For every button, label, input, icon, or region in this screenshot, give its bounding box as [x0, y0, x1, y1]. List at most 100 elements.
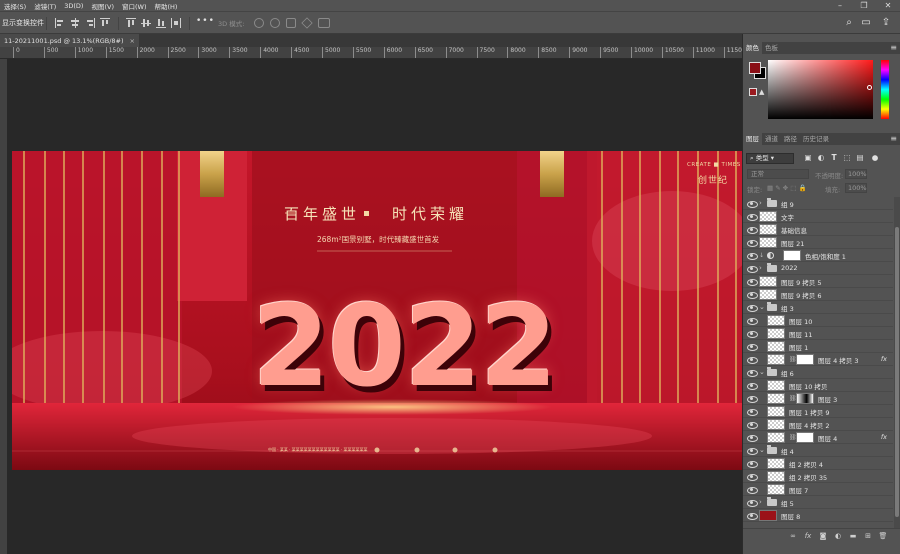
color-picker-cursor[interactable] [867, 85, 872, 90]
align-right-icon[interactable] [85, 18, 95, 28]
layer-row[interactable]: 图层 9 拷贝 6 [743, 288, 893, 301]
layer-row[interactable]: 图层 11 [743, 327, 893, 340]
visibility-eye-icon[interactable] [747, 304, 758, 312]
layer-thumbnail[interactable] [767, 406, 785, 417]
foreground-color-swatch[interactable] [749, 62, 761, 74]
layer-thumbnail[interactable] [767, 380, 785, 391]
menu-3d[interactable]: 3D(D) [60, 2, 87, 10]
layer-row[interactable]: 图层 9 拷贝 5 [743, 275, 893, 288]
opacity-input[interactable]: 100% [845, 169, 867, 179]
layer-group-row[interactable]: ⌄ 组 3 [743, 301, 893, 314]
more-options-button[interactable]: ••• [196, 16, 215, 26]
visibility-eye-icon[interactable] [747, 213, 758, 221]
tab-color[interactable]: 颜色 [743, 42, 762, 54]
layer-row[interactable]: ⛓ 图层 3 [743, 392, 893, 405]
visibility-eye-icon[interactable] [747, 226, 758, 234]
chevron-right-icon[interactable]: › [759, 199, 762, 207]
fx-icon[interactable]: fx [803, 531, 813, 541]
layer-row[interactable]: 图层 21 [743, 236, 893, 249]
chevron-down-icon[interactable]: ⌄ [759, 303, 765, 311]
visibility-eye-icon[interactable] [747, 356, 758, 364]
distribute-icon[interactable] [100, 18, 110, 28]
layer-group-row[interactable]: › 2022 [743, 262, 893, 275]
type-filter-icon[interactable]: T [829, 153, 839, 163]
tab-channels[interactable]: 通道 [762, 133, 781, 145]
layer-row[interactable]: 组 2 拷贝 4 [743, 457, 893, 470]
visibility-eye-icon[interactable] [747, 486, 758, 494]
search-icon[interactable]: ⌕ [843, 17, 855, 29]
layer-mask-thumbnail[interactable] [796, 354, 814, 365]
layer-thumbnail[interactable] [767, 315, 785, 326]
layer-row[interactable]: 图层 4 拷贝 2 [743, 418, 893, 431]
layer-mask-thumbnail[interactable] [783, 250, 801, 261]
close-document-icon[interactable]: × [130, 37, 135, 45]
visibility-eye-icon[interactable] [747, 434, 758, 442]
layer-group-row[interactable]: ⌄ 组 4 [743, 444, 893, 457]
layer-effects-icon[interactable]: fx [881, 355, 887, 363]
menu-window[interactable]: 窗口(W) [118, 1, 151, 11]
visibility-eye-icon[interactable] [747, 317, 758, 325]
layer-thumbnail[interactable] [767, 432, 785, 443]
align-middle-icon[interactable] [141, 18, 151, 28]
workspace-icon[interactable]: ▭ [860, 17, 872, 29]
fill-input[interactable]: 100% [845, 183, 867, 193]
layer-row[interactable]: ⛓ 图层 4 拷贝 3 fx [743, 353, 893, 366]
visibility-eye-icon[interactable] [747, 499, 758, 507]
3d-camera-icon[interactable] [318, 18, 330, 28]
layer-thumbnail[interactable] [767, 341, 785, 352]
layers-scrollbar[interactable] [894, 197, 900, 528]
adjustment-layer-icon[interactable]: ◐ [833, 531, 843, 541]
artboard[interactable]: 百年盛世 时代荣耀 268m²国景别墅，时代臻藏盛世首发 CREATE ■ TI… [12, 151, 742, 470]
layer-thumbnail[interactable] [767, 419, 785, 430]
panel-menu-icon[interactable]: ≡ [890, 42, 897, 54]
layer-thumbnail[interactable] [759, 289, 777, 300]
layer-row[interactable]: 图层 8 [743, 509, 893, 522]
3d-rotate-icon[interactable] [254, 18, 264, 28]
chevron-down-icon[interactable]: ⌄ [759, 446, 765, 454]
pixel-filter-icon[interactable]: ▣ [803, 153, 813, 163]
document-tab[interactable]: 11-20211001.psd @ 13.1%(RGB/8#) × [0, 34, 139, 47]
visibility-eye-icon[interactable] [747, 291, 758, 299]
tab-layers[interactable]: 图层 [743, 133, 762, 145]
visibility-eye-icon[interactable] [747, 265, 758, 273]
layer-row[interactable]: 图层 10 拷贝 [743, 379, 893, 392]
tab-paths[interactable]: 路径 [781, 133, 800, 145]
visibility-eye-icon[interactable] [747, 421, 758, 429]
add-mask-icon[interactable]: ◙ [818, 531, 828, 541]
layer-thumbnail[interactable] [759, 510, 777, 521]
layer-thumbnail[interactable] [767, 471, 785, 482]
filter-toggle-icon[interactable]: ● [870, 153, 880, 163]
layer-filter-select[interactable]: ⌕ 类型 ▾ [746, 153, 794, 164]
visibility-eye-icon[interactable] [747, 200, 758, 208]
lock-icons[interactable]: ▦ ✎ ✥ ⬚ 🔒 [767, 184, 807, 192]
layer-thumbnail[interactable] [767, 484, 785, 495]
align-left-icon[interactable] [55, 18, 65, 28]
3d-slide-icon[interactable] [301, 17, 313, 29]
shape-filter-icon[interactable]: ⬚ [842, 153, 852, 163]
distribute-horizontal-icon[interactable] [171, 18, 181, 28]
color-picker-field[interactable] [768, 60, 873, 119]
link-layers-icon[interactable]: ∞ [788, 531, 798, 541]
visibility-eye-icon[interactable] [747, 408, 758, 416]
share-icon[interactable]: ⇪ [880, 17, 892, 29]
chevron-down-icon[interactable]: ⌄ [759, 368, 765, 376]
close-icon[interactable]: ✕ [876, 0, 900, 11]
menu-help[interactable]: 帮助(H) [151, 1, 182, 11]
visibility-eye-icon[interactable] [747, 278, 758, 286]
new-group-icon[interactable]: ▬ [848, 531, 858, 541]
3d-roll-icon[interactable] [270, 18, 280, 28]
layer-group-row[interactable]: ⌄ 组 6 [743, 366, 893, 379]
layer-row[interactable]: ⛓ 图层 4 fx [743, 431, 893, 444]
chevron-right-icon[interactable]: › [759, 264, 762, 272]
visibility-eye-icon[interactable] [747, 382, 758, 390]
visibility-eye-icon[interactable] [747, 239, 758, 247]
minimize-icon[interactable]: – [828, 0, 852, 11]
layer-row[interactable]: ↓ 色相/饱和度 1 [743, 249, 893, 262]
layer-effects-icon[interactable]: fx [881, 433, 887, 441]
chevron-right-icon[interactable]: › [759, 498, 762, 506]
show-transform-controls-label[interactable]: 显示变换控件 [2, 18, 44, 28]
layer-mask-thumbnail[interactable] [796, 393, 814, 404]
align-top-icon[interactable] [126, 18, 136, 28]
layer-row[interactable]: 图层 10 [743, 314, 893, 327]
adjustment-filter-icon[interactable]: ◐ [816, 153, 826, 163]
